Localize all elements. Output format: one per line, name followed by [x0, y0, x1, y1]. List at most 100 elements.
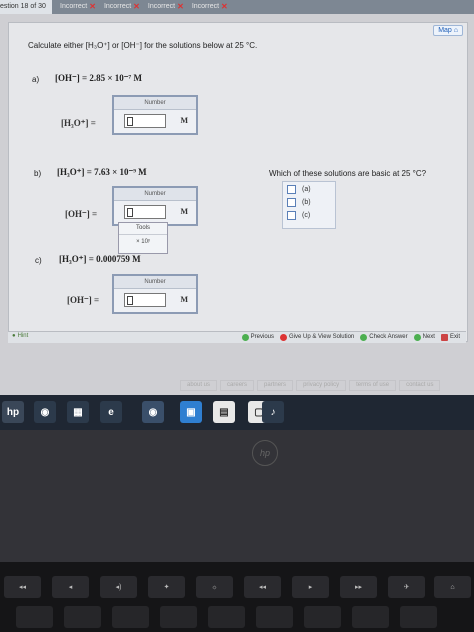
answer-box-a: Number M: [112, 95, 198, 135]
give-up-icon: [280, 334, 288, 341]
part-c-label: c): [35, 256, 42, 265]
part-c-given: [H₃O⁺] = 0.000759 M: [59, 254, 141, 264]
taskbar: hp ◉ ▦ e ◉ ▣ ▤ ▢ ♪: [0, 395, 474, 430]
attempt-tab[interactable]: Incorrect ✕: [188, 0, 232, 14]
text-cursor-icon: [127, 208, 133, 217]
text-cursor-icon: [127, 296, 133, 305]
explorer-icon[interactable]: ▦: [67, 401, 89, 423]
tools-popup[interactable]: Tools × 10ʸ: [118, 222, 168, 254]
map-button[interactable]: Map ⌂: [433, 25, 463, 36]
check-icon: [360, 334, 368, 341]
exit-button[interactable]: Exit: [440, 332, 460, 343]
keyboard: ◂◂ ◂ ◂) ✦ ☼ ◂◂ ▸ ▸▸ ✈ ⌂: [0, 562, 474, 632]
chrome-icon[interactable]: ◉: [142, 401, 164, 423]
footer-link[interactable]: privacy policy: [296, 380, 347, 391]
number-label: Number: [114, 276, 196, 289]
incorrect-x-icon: ✕: [133, 2, 140, 11]
footer-link[interactable]: terms of use: [349, 380, 397, 391]
ie-icon[interactable]: e: [100, 401, 122, 423]
checkbox[interactable]: [287, 211, 296, 220]
check-answer-button[interactable]: Check Answer: [360, 332, 408, 343]
part-b-given: [H₃O⁺] = 7.63 × 10⁻⁹ M: [57, 167, 147, 177]
part-c-ask: [OH⁻] =: [67, 295, 100, 305]
footer-links: about us careers partners privacy policy…: [180, 380, 441, 391]
nav-buttons: Previous Give Up & View Solution Check A…: [241, 332, 460, 343]
previous-icon: [241, 334, 249, 341]
key: ☼: [196, 576, 233, 598]
key: [64, 606, 101, 628]
hint-button[interactable]: ● Hint: [12, 333, 28, 339]
times-ten-power-button[interactable]: × 10ʸ: [119, 235, 167, 249]
checkbox[interactable]: [287, 185, 296, 194]
unit-label: M: [180, 295, 188, 304]
key: [400, 606, 437, 628]
key: ◂◂: [4, 576, 41, 598]
part-a-given: [OH⁻] = 2.85 × 10⁻⁷ M: [55, 73, 142, 83]
unit-label: M: [180, 207, 188, 216]
side-question: Which of these solutions are basic at 25…: [269, 169, 427, 178]
incorrect-x-icon: ✕: [177, 2, 184, 11]
answer-box-b: Number M: [112, 186, 198, 226]
key: [112, 606, 149, 628]
option-b[interactable]: (b): [287, 198, 311, 207]
key: ◂◂: [244, 576, 281, 598]
key: [160, 606, 197, 628]
previous-button[interactable]: Previous: [241, 332, 274, 343]
unit-label: M: [180, 116, 188, 125]
exit-icon: [440, 334, 448, 341]
chrome-canary-icon[interactable]: ◉: [34, 401, 56, 423]
part-a-label: a): [32, 75, 40, 84]
app-icon[interactable]: ▣: [180, 401, 202, 423]
incorrect-x-icon: ✕: [89, 2, 96, 11]
number-label: Number: [114, 188, 196, 201]
hp-start-icon[interactable]: hp: [2, 401, 24, 423]
map-icon: ⌂: [453, 27, 458, 34]
checkbox[interactable]: [287, 198, 296, 207]
text-cursor-icon: [127, 117, 133, 126]
part-b-label: b): [34, 169, 42, 178]
option-a[interactable]: (a): [287, 185, 311, 194]
key: ✦: [148, 576, 185, 598]
key: ▸: [292, 576, 329, 598]
answer-input-b[interactable]: [124, 205, 166, 219]
question-topbar: estion 18 of 30 Incorrect ✕ Incorrect ✕ In…: [0, 0, 474, 14]
key: ⌂: [434, 576, 471, 598]
question-number: estion 18 of 30: [0, 0, 52, 14]
attempt-tabs: Incorrect ✕ Incorrect ✕ Incorrect ✕ Incorre…: [56, 0, 232, 14]
attempt-tab[interactable]: Incorrect ✕: [56, 0, 100, 14]
attempt-tab[interactable]: Incorrect ✕: [100, 0, 144, 14]
incorrect-x-icon: ✕: [221, 2, 228, 11]
next-button[interactable]: Next: [413, 332, 435, 343]
doc-icon[interactable]: ▤: [213, 401, 235, 423]
key: ◂): [100, 576, 137, 598]
key: [352, 606, 389, 628]
question-prompt: Calculate either [H₃O⁺] or [OH⁻] for the…: [28, 41, 258, 50]
answer-box-c: Number M: [112, 274, 198, 314]
footer-link[interactable]: contact us: [399, 380, 441, 391]
number-label: Number: [114, 97, 196, 110]
footer-link[interactable]: partners: [257, 380, 294, 391]
footer-link[interactable]: about us: [180, 380, 218, 391]
key: ◂: [52, 576, 89, 598]
hint-icon: ●: [12, 333, 16, 339]
music-icon[interactable]: ♪: [262, 401, 284, 423]
key: [256, 606, 293, 628]
part-b-ask: [OH⁻] =: [65, 209, 98, 219]
key: ▸▸: [340, 576, 377, 598]
bottom-bar: ● Hint Previous Give Up & View Solution C…: [8, 331, 466, 343]
give-up-button[interactable]: Give Up & View Solution: [280, 332, 354, 343]
key: [304, 606, 341, 628]
footer-link[interactable]: careers: [220, 380, 255, 391]
tools-title: Tools: [119, 223, 167, 235]
answer-input-c[interactable]: [124, 293, 166, 307]
question-panel: Map ⌂ Calculate either [H₃O⁺] or [OH⁻] f…: [8, 22, 468, 342]
answer-input-a[interactable]: [124, 114, 166, 128]
key: ✈: [388, 576, 425, 598]
key: [16, 606, 53, 628]
next-icon: [413, 334, 421, 341]
attempt-tab[interactable]: Incorrect ✕: [144, 0, 188, 14]
laptop-bezel: hp: [0, 430, 474, 562]
key: [208, 606, 245, 628]
option-c[interactable]: (c): [287, 211, 310, 220]
hp-logo-icon: hp: [252, 440, 278, 466]
